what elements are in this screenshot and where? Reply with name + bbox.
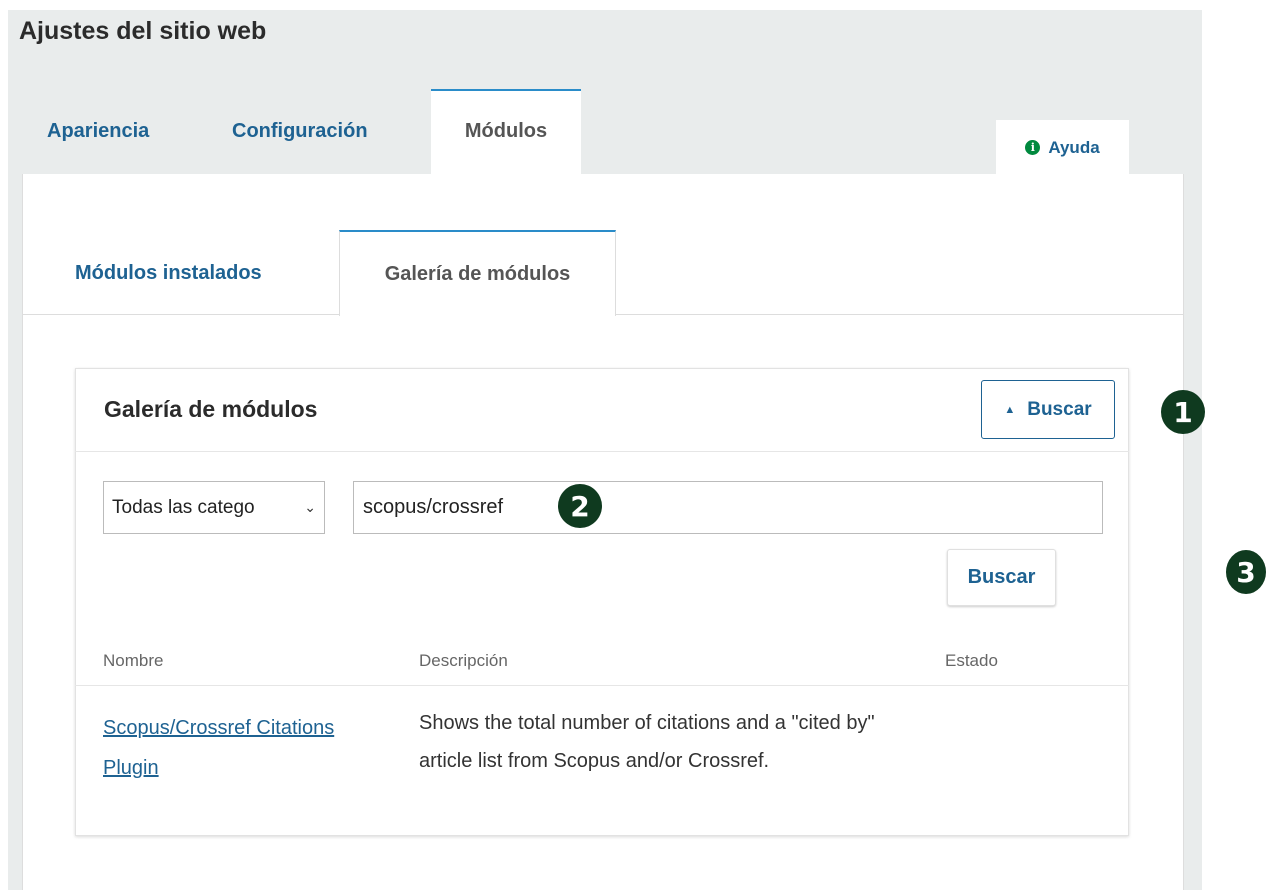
subtab-installed-modules[interactable]: Módulos instalados (75, 262, 262, 285)
card-header-divider (75, 451, 1129, 452)
tab-modulos[interactable]: Módulos (431, 89, 581, 175)
annotation-badge-1: 1 (1161, 390, 1205, 434)
gallery-title: Galería de módulos (104, 396, 318, 422)
subtab-module-gallery[interactable]: Galería de módulos (339, 230, 616, 316)
column-header-name[interactable]: Nombre (103, 651, 163, 671)
help-button[interactable]: i Ayuda (996, 120, 1129, 175)
annotation-badge-3: 3 (1226, 550, 1266, 594)
annotation-badge-2: 2 (558, 484, 602, 528)
info-icon: i (1025, 140, 1041, 155)
plugin-description: Shows the total number of citations and … (419, 712, 875, 772)
toggle-search-label: Buscar (1027, 398, 1092, 420)
column-header-description: Descripción (419, 651, 508, 670)
column-header-status: Estado (945, 651, 998, 670)
chevron-down-icon: ⌄ (304, 499, 316, 515)
tab-apariencia[interactable]: Apariencia (47, 120, 149, 143)
search-button[interactable]: Buscar (947, 549, 1056, 606)
plugin-name-link[interactable]: Scopus/Crossref Citations Plugin (103, 708, 343, 788)
help-label: Ayuda (1048, 137, 1100, 157)
category-select-value: Todas las catego (112, 496, 255, 518)
triangle-up-icon: ▲ (1004, 403, 1016, 416)
category-select[interactable]: Todas las catego ⌄ (103, 481, 325, 534)
page-title: Ajustes del sitio web (19, 17, 267, 45)
search-input[interactable] (353, 481, 1103, 534)
tab-configuracion[interactable]: Configuración (232, 120, 368, 143)
toggle-search-button[interactable]: ▲ Buscar (981, 380, 1115, 439)
table-header-divider (75, 685, 1129, 686)
